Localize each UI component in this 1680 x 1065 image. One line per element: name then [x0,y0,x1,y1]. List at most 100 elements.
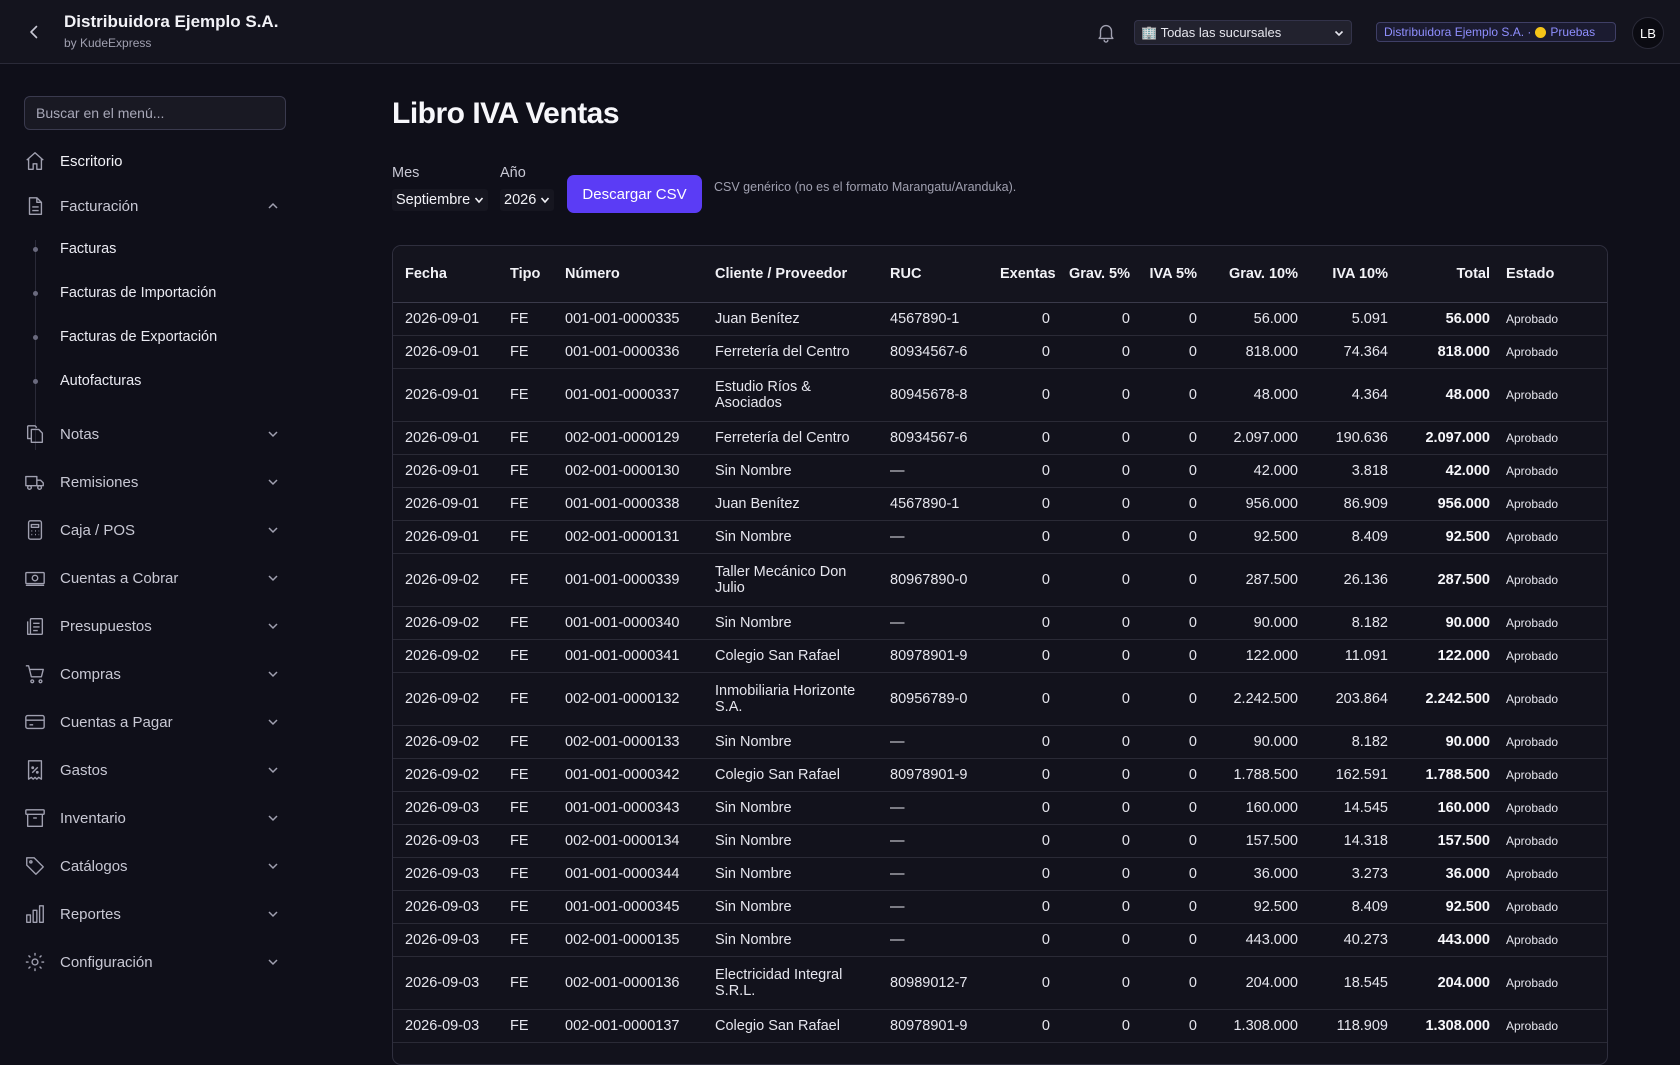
table-row[interactable]: 2026-09-02 FE 001-001-0000341 Colegio San R… [393,639,1607,673]
sidebar-item-catalogos[interactable]: Catálogos [24,851,286,881]
sidebar-item-gastos[interactable]: Gastos [24,755,286,785]
exentas-cell: 0 [992,335,1058,369]
column-header[interactable]: IVA 10% [1306,246,1396,303]
exentas-cell: 0 [992,725,1058,759]
sidebar-item-inventario[interactable]: Inventario [24,803,286,833]
total-cell: 48.000 [1396,368,1498,422]
ruc-cell: 80978901-9 [882,1009,992,1043]
column-header[interactable]: Grav. 10% [1205,246,1306,303]
table-row[interactable]: 2026-09-01 FE 002-001-0000129 Ferretería de… [393,421,1607,455]
table-row[interactable]: 2026-09-01 FE 002-001-0000131 Sin Nombre —0 0… [393,520,1607,554]
column-header[interactable]: Cliente / Proveedor [707,246,882,303]
estado-cell: Aprobado [1498,824,1607,858]
sidebar-item-label: Configuración [60,953,153,971]
estado-cell: Aprobado [1498,672,1607,726]
grav10-cell: 90.000 [1205,725,1306,759]
main-content: Libro IVA Ventas Mes Septiembre Año 2026… [392,65,1680,1065]
column-header[interactable]: Grav. 5% [1058,246,1138,303]
estado-cell: Aprobado [1498,520,1607,554]
table-row[interactable]: 2026-09-01 FE 002-001-0000130 Sin Nombre —0 0… [393,454,1607,488]
estado-cell: Aprobado [1498,857,1607,891]
mes-select[interactable]: Septiembre [392,189,489,211]
sidebar-item-cuentas-pagar[interactable]: Cuentas a Pagar [24,707,286,737]
table-row[interactable]: 2026-09-02 FE 001-001-0000340 Sin Nombre —0 0… [393,606,1607,640]
sidebar-subitem-autofacturas[interactable]: Autofacturas [30,368,286,394]
cliente-cell: Colegio San Rafael [707,1009,882,1043]
exentas-cell: 0 [992,639,1058,673]
table-row[interactable]: 2026-09-02 FE 002-001-0000133 Sin Nombre —0 0… [393,725,1607,759]
sidebar-item-reportes[interactable]: Reportes [24,899,286,929]
table-row[interactable]: 2026-09-01 FE 001-001-0000338 Juan Benítez 4… [393,487,1607,521]
sidebar-subitem-label: Facturas de Importación [60,285,217,301]
estado-cell: Aprobado [1498,791,1607,825]
column-header[interactable]: IVA 5% [1138,246,1205,303]
home-icon [24,150,46,172]
back-arrow-icon[interactable] [22,20,46,44]
branch-select[interactable]: 🏢 Todas las sucursales [1134,20,1352,45]
table-row[interactable]: 2026-09-03 FE 002-001-0000137 Colegio San R… [393,1009,1607,1043]
sidebar-subitem-facturas-exportacion[interactable]: Facturas de Exportación [30,324,286,350]
download-csv-button[interactable]: Descargar CSV [567,175,702,213]
table-row[interactable]: 2026-09-02 FE 001-001-0000342 Colegio San R… [393,758,1607,792]
fecha-cell: 2026-09-02 [393,553,502,607]
brand-byline: by KudeExpress [64,36,152,50]
column-header[interactable]: Fecha [393,246,502,303]
column-header[interactable]: Número [557,246,707,303]
table-row[interactable]: 2026-09-02 FE 002-001-0000132 Inmobiliaria … [393,672,1607,726]
estado-cell: Aprobado [1498,923,1607,957]
anio-select[interactable]: 2026 [500,189,555,211]
iva10-cell: 14.318 [1306,824,1396,858]
sidebar-subitem-facturas-importacion[interactable]: Facturas de Importación [30,280,286,306]
total-cell: 2.242.500 [1396,672,1498,726]
table-row[interactable]: 2026-09-03 FE 001-001-0000344 Sin Nombre —0 0… [393,857,1607,891]
iva5-cell: 0 [1138,956,1205,1010]
chevron-down-icon [268,911,278,918]
sidebar-item-cuentas-cobrar[interactable]: Cuentas a Cobrar [24,563,286,593]
cliente-cell: Juan Benítez [707,302,882,336]
table-row[interactable]: 2026-09-01 FE 001-001-0000336 Ferretería de… [393,335,1607,369]
sidebar-item-caja-pos[interactable]: Caja / POS [24,515,286,545]
table-row[interactable]: 2026-09-02 FE 001-001-0000339 Taller Mecáni… [393,553,1607,607]
sidebar-subitem-facturas[interactable]: Facturas [30,236,286,262]
fecha-cell: 2026-09-03 [393,923,502,957]
bullet-icon [33,378,38,384]
table-row[interactable]: 2026-09-03 FE 002-001-0000136 Electricidad … [393,956,1607,1010]
sidebar-item-configuracion[interactable]: Configuración [24,947,286,977]
tipo-cell: FE [502,890,557,924]
sidebar-item-label: Caja / POS [60,521,136,539]
sidebar-item-remisiones[interactable]: Remisiones [24,467,286,497]
table-row[interactable]: 2026-09-03 FE 001-001-0000345 Sin Nombre —0 0… [393,890,1607,924]
total-cell: 160.000 [1396,791,1498,825]
column-header[interactable]: Exentas [992,246,1058,303]
bell-icon[interactable] [1095,21,1117,43]
sidebar-item-notas[interactable]: Notas [24,419,286,449]
column-header[interactable]: RUC [882,246,992,303]
total-cell: 204.000 [1396,956,1498,1010]
sidebar-item-escritorio[interactable]: Escritorio [24,146,286,176]
table-header-row: Fecha Tipo Número Cliente / Proveedor RU… [393,246,1607,303]
table-row[interactable]: 2026-09-03 FE 001-001-0000343 Sin Nombre —0 0… [393,791,1607,825]
gear-icon [24,951,46,973]
sidebar-item-compras[interactable]: Compras [24,659,286,689]
iva10-cell: 118.909 [1306,1009,1396,1043]
env-status-dot-icon [1535,26,1547,38]
exentas-cell: 0 [992,553,1058,607]
exentas-cell: 0 [992,1009,1058,1043]
truck-icon [24,471,46,493]
menu-search-input[interactable] [24,96,286,130]
sidebar-item-presupuestos[interactable]: Presupuestos [24,611,286,641]
sidebar-item-facturacion[interactable]: Facturación [24,191,286,221]
avatar[interactable]: LB [1632,17,1664,49]
table-row[interactable]: 2026-09-01 FE 001-001-0000335 Juan Benítez 4… [393,302,1607,336]
iva10-cell: 74.364 [1306,335,1396,369]
tipo-cell: FE [502,1009,557,1043]
table-row[interactable]: 2026-09-03 FE 002-001-0000134 Sin Nombre —0 0… [393,824,1607,858]
column-header[interactable]: Tipo [502,246,557,303]
grav10-cell: 90.000 [1205,606,1306,640]
chevron-down-icon [268,815,278,822]
table-row[interactable]: 2026-09-03 FE 002-001-0000135 Sin Nombre —0 0… [393,923,1607,957]
column-header[interactable]: Estado [1498,246,1607,303]
estado-cell: Aprobado [1498,335,1607,369]
column-header[interactable]: Total [1396,246,1498,303]
table-row[interactable]: 2026-09-01 FE 001-001-0000337 Estudio Ríos … [393,368,1607,422]
